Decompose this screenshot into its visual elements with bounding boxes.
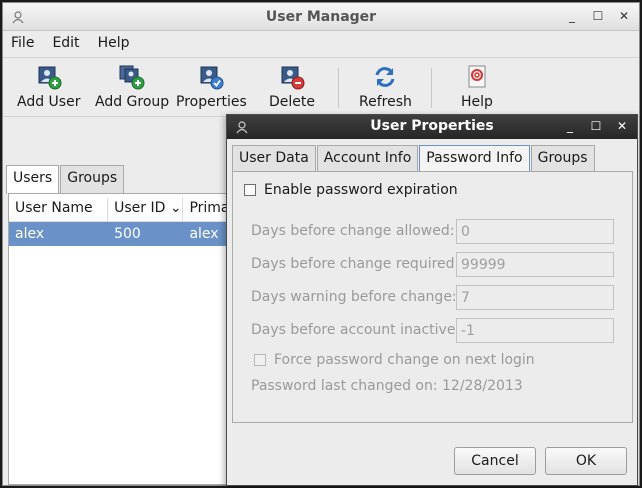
enable-expiration-label: Enable password expiration — [264, 182, 458, 198]
force-change-checkbox[interactable] — [254, 354, 266, 366]
maximize-icon[interactable]: ☐ — [589, 119, 603, 133]
main-window-title: User Manager — [265, 9, 377, 25]
days-before-change-required-input[interactable] — [456, 252, 614, 277]
add-user-icon — [38, 66, 62, 90]
add-user-button[interactable]: Add User — [17, 64, 80, 110]
add-group-label: Add Group — [95, 94, 170, 110]
menubar: File Edit Help — [3, 31, 639, 55]
table-row[interactable]: alex 500 alex — [9, 222, 237, 246]
sort-chevron-down-icon: ⌄ — [169, 200, 182, 216]
help-button[interactable]: Help — [461, 64, 493, 110]
cancel-button[interactable]: Cancel — [454, 447, 536, 475]
user-properties-dialog: User Properties _ ☐ ✕ User Data Account … — [226, 114, 638, 486]
menu-edit[interactable]: Edit — [52, 35, 79, 51]
dialog-tabs: User Data Account Info Password Info Gro… — [232, 145, 596, 172]
menu-help[interactable]: Help — [98, 35, 130, 51]
add-user-label: Add User — [17, 94, 81, 110]
enable-expiration-checkbox[interactable] — [244, 184, 256, 196]
tab-user-data[interactable]: User Data — [232, 145, 316, 171]
tab-users[interactable]: Users — [6, 165, 60, 194]
refresh-icon — [375, 67, 395, 87]
toolbar-separator — [431, 68, 432, 108]
properties-label: Properties — [176, 94, 247, 110]
properties-button[interactable]: Properties — [176, 64, 247, 110]
add-group-button[interactable]: Add Group — [95, 64, 169, 110]
refresh-label: Refresh — [359, 94, 412, 110]
column-user-name[interactable]: User Name — [9, 198, 109, 221]
delete-button[interactable]: Delete — [269, 64, 315, 110]
password-info-panel: Enable password expiration Days before c… — [232, 171, 633, 423]
enable-expiration-checkbox-row[interactable]: Enable password expiration — [244, 182, 458, 198]
close-icon[interactable]: ✕ — [615, 119, 629, 133]
refresh-button[interactable]: Refresh — [359, 64, 412, 110]
add-group-icon — [119, 65, 145, 90]
password-last-changed-text: Password last changed on: 12/28/2013 — [251, 378, 523, 394]
properties-icon — [200, 66, 224, 90]
tab-password-info[interactable]: Password Info — [419, 145, 530, 172]
delete-icon — [281, 66, 305, 90]
tab-groups[interactable]: Groups — [530, 145, 595, 171]
tab-account-info[interactable]: Account Info — [316, 145, 419, 171]
days-warning-input[interactable] — [456, 285, 614, 310]
days-inactive-label: Days before account inactive: — [251, 322, 461, 338]
delete-label: Delete — [269, 94, 315, 110]
minimize-icon[interactable]: _ — [563, 119, 577, 133]
column-user-id-label: User ID — [114, 200, 166, 216]
tab-groups[interactable]: Groups — [60, 165, 125, 193]
toolbar-separator — [338, 68, 339, 108]
menu-file[interactable]: File — [11, 35, 34, 51]
help-label: Help — [461, 94, 493, 110]
days-before-change-required-label: Days before change required: — [251, 256, 460, 272]
cell-user-name: alex — [15, 226, 45, 242]
days-before-change-allowed-label: Days before change allowed: — [251, 223, 455, 239]
days-inactive-input[interactable] — [456, 318, 614, 343]
dialog-titlebar[interactable]: User Properties _ ☐ ✕ — [227, 115, 637, 139]
close-icon[interactable]: ✕ — [617, 9, 631, 23]
force-change-checkbox-row[interactable]: Force password change on next login — [254, 352, 535, 368]
maximize-icon[interactable]: ☐ — [591, 9, 605, 23]
users-list[interactable]: User Name User ID ⌄ Prima alex 500 alex — [8, 193, 238, 485]
main-titlebar[interactable]: User Manager _ ☐ ✕ — [3, 3, 639, 31]
main-tabs: Users Groups — [6, 165, 125, 194]
column-user-id[interactable]: User ID ⌄ — [108, 198, 184, 221]
days-before-change-allowed-input[interactable] — [456, 219, 614, 244]
force-change-label: Force password change on next login — [274, 352, 535, 368]
days-warning-label: Days warning before change: — [251, 289, 457, 305]
minimize-icon[interactable]: _ — [565, 9, 579, 23]
help-icon — [468, 65, 486, 88]
toolbar: Add User Add Group Properties Delete Ref… — [3, 57, 639, 117]
cell-user-id: 500 — [114, 226, 141, 242]
ok-button[interactable]: OK — [545, 447, 627, 475]
list-header: User Name User ID ⌄ Prima — [9, 198, 237, 222]
